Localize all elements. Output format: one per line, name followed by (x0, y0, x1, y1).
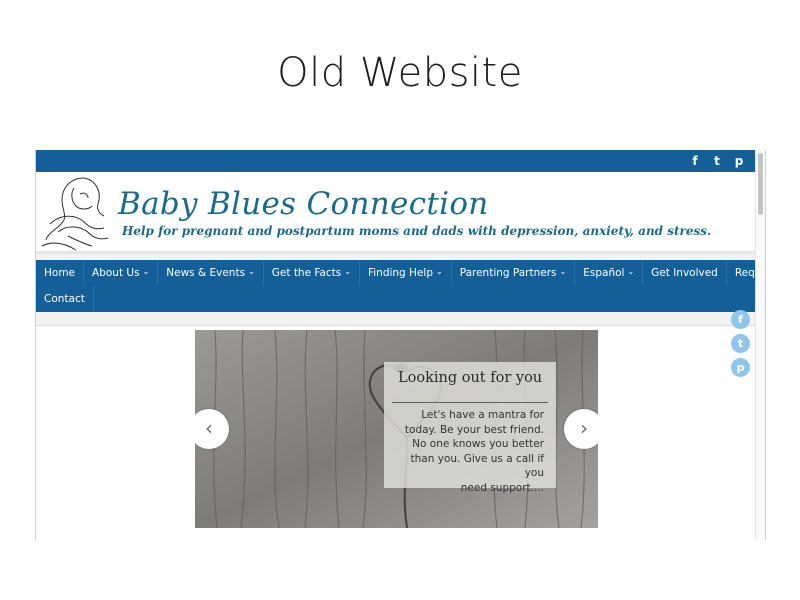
slide-title: Looking out for you (398, 370, 543, 386)
nav-item-parenting-partners[interactable]: Parenting Partners ⌄ (452, 260, 576, 286)
nav-item-news-events[interactable]: News & Events ⌄ (158, 260, 264, 286)
site-tagline: Help for pregnant and postpartum moms an… (122, 224, 712, 238)
main-navigation: Home About Us ⌄ News & Events ⌄ Get the Fa… (36, 260, 765, 312)
nav-item-label: Español (583, 267, 625, 279)
nav-item-finding-help[interactable]: Finding Help ⌄ (360, 260, 452, 286)
twitter-icon[interactable]: t (731, 334, 750, 353)
nav-item-label: Parenting Partners (459, 267, 557, 279)
chevron-down-icon: ⌄ (436, 267, 443, 276)
top-social-links: f t p (690, 153, 744, 169)
slide-text-line: today. Be your best friend. (404, 423, 544, 436)
chevron-down-icon: ⌄ (559, 267, 567, 276)
hero-slider[interactable]: ‹ › Looking out for you Let's have a man… (195, 330, 598, 528)
nav-item-label: Get the Facts (271, 267, 342, 279)
slide-text-line: No one knows you better (412, 438, 544, 450)
top-bar: f t p (36, 150, 756, 172)
nav-item-label: Finding Help (367, 267, 433, 279)
nav-row: Home About Us ⌄ News & Events ⌄ Get the Fa… (36, 260, 765, 286)
mother-baby-logo-icon[interactable] (40, 174, 116, 252)
chevron-down-icon: ⌄ (627, 267, 635, 276)
nav-item-label: About Us (92, 267, 140, 279)
nav-item-get-involved[interactable]: Get Involved (643, 260, 727, 286)
nav-item-home[interactable]: Home (36, 260, 85, 286)
nav-item-label: News & Events (166, 267, 246, 279)
slide-text-line: need support.... (460, 481, 544, 494)
slide-text-line: than you. Give us a call if you (410, 452, 544, 480)
scrollbar[interactable] (755, 150, 765, 540)
nav-row: Contact (36, 286, 94, 312)
slider-next-button[interactable]: › (564, 409, 598, 449)
chevron-down-icon: ⌄ (248, 267, 255, 276)
content-divider (36, 312, 756, 326)
nav-item-espanol[interactable]: Español ⌄ (575, 260, 644, 286)
page-heading: Old Website (277, 50, 523, 96)
slide-text: Let's have a mantra for today. Be your b… (394, 408, 544, 495)
website-screenshot: f t p Baby Blues Connection Help for pre… (35, 150, 766, 540)
site-title[interactable]: Baby Blues Connection (118, 186, 489, 222)
pinterest-icon[interactable]: p (731, 358, 750, 377)
nav-item-get-the-facts[interactable]: Get the Facts ⌄ (264, 260, 360, 286)
slide-caption: Looking out for you Let's have a mantra … (384, 362, 556, 494)
scrollbar-thumb[interactable] (758, 153, 763, 215)
caption-divider (392, 402, 548, 403)
nav-item-label: Get Involved (651, 267, 718, 279)
facebook-icon[interactable]: f (731, 310, 750, 329)
slide-text-line: Let's have a mantra for (421, 409, 544, 421)
chevron-down-icon: ⌄ (344, 267, 351, 276)
pinterest-icon[interactable]: p (734, 153, 744, 169)
nav-item-contact[interactable]: Contact (36, 286, 94, 312)
twitter-icon[interactable]: t (712, 153, 722, 169)
chevron-down-icon: ⌄ (142, 267, 150, 276)
nav-item-about-us[interactable]: About Us ⌄ (84, 260, 159, 286)
floating-social-links: f t p (731, 310, 750, 377)
site-header: Baby Blues Connection Help for pregnant … (36, 172, 756, 254)
nav-item-label: Contact (44, 293, 85, 305)
nav-item-label: Home (44, 267, 76, 279)
facebook-icon[interactable]: f (690, 153, 700, 169)
